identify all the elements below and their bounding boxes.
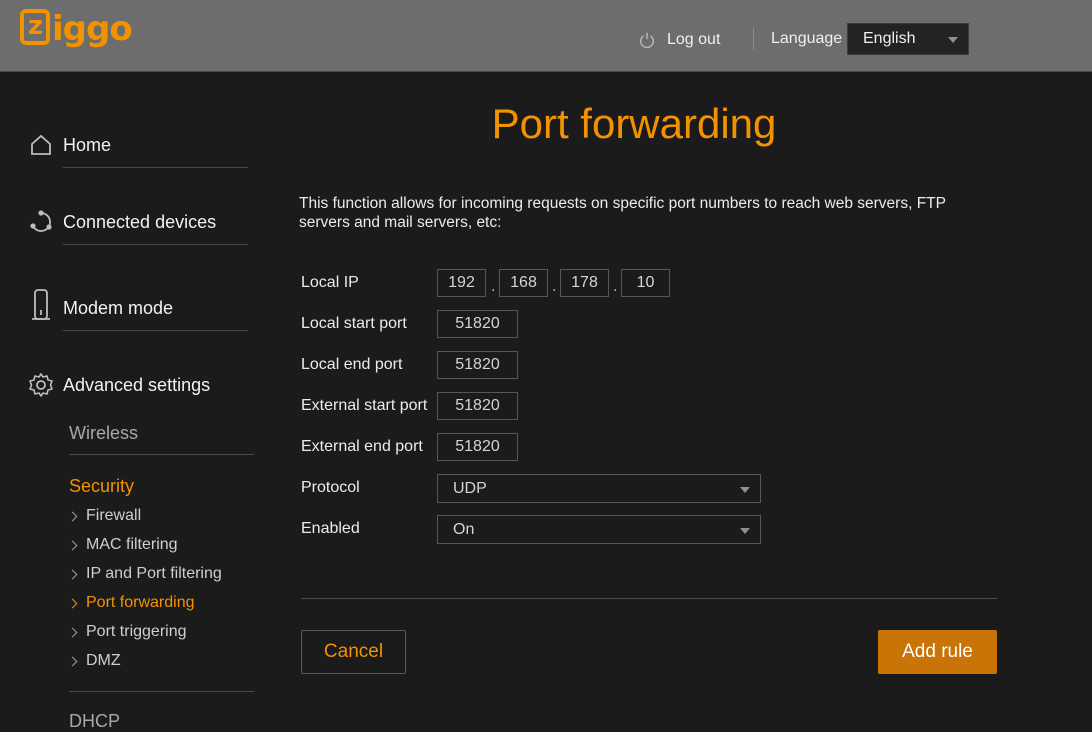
protocol-select[interactable]: UDP — [437, 474, 761, 503]
sidebar-item-connected-devices[interactable]: Connected devices — [28, 202, 248, 242]
sidebar-item-label: Connected devices — [63, 211, 217, 232]
local-start-port-label: Local start port — [301, 315, 407, 332]
sidebar-item-advanced-settings[interactable]: Advanced settings — [28, 365, 248, 405]
enabled-select[interactable]: On — [437, 515, 761, 544]
local-ip-label: Local IP — [301, 274, 359, 291]
language-select[interactable]: English — [847, 23, 969, 55]
chevron-down-icon — [740, 487, 750, 493]
chevron-right-icon — [67, 569, 78, 579]
sidebar-item-label: IP and Port filtering — [86, 565, 222, 582]
header-bar: z iggo Log out Language English — [0, 0, 1092, 72]
sidebar-item-ip-port-filtering[interactable]: IP and Port filtering — [67, 563, 222, 585]
page-description: This function allows for incoming reques… — [299, 195, 946, 231]
external-end-port-label: External end port — [301, 438, 423, 455]
language-label: Language — [771, 30, 843, 47]
logout-label: Log out — [667, 31, 721, 48]
local-ip-octet-3[interactable]: 178 — [560, 269, 609, 297]
sidebar-divider — [63, 330, 248, 331]
logo-z-mark: z — [20, 9, 50, 45]
protocol-value: UDP — [453, 480, 487, 497]
cancel-button[interactable]: Cancel — [301, 630, 406, 674]
chevron-down-icon — [948, 37, 958, 43]
sidebar-item-label: DMZ — [86, 652, 121, 669]
ip-dot: . — [552, 278, 557, 295]
language-value: English — [863, 30, 916, 47]
sidebar-item-port-triggering[interactable]: Port triggering — [67, 621, 187, 643]
ip-dot: . — [491, 278, 496, 295]
sidebar-item-home[interactable]: Home — [28, 125, 248, 165]
logout-button[interactable]: Log out — [638, 28, 720, 52]
chevron-right-icon — [67, 598, 78, 608]
sidebar-divider — [69, 454, 254, 455]
sidebar-item-dhcp[interactable]: DHCP — [69, 711, 120, 732]
form-divider — [301, 598, 997, 599]
sidebar-divider — [69, 691, 254, 692]
sidebar-item-label: Firewall — [86, 507, 142, 524]
sidebar-item-label: Port forwarding — [86, 594, 195, 611]
page-title: Port forwarding — [491, 100, 777, 147]
sidebar-item-mac-filtering[interactable]: MAC filtering — [67, 534, 178, 556]
local-end-port-label: Local end port — [301, 356, 403, 373]
sidebar-item-dmz[interactable]: DMZ — [67, 650, 121, 672]
sidebar-item-label: Port triggering — [86, 623, 187, 640]
ziggo-logo[interactable]: z iggo — [20, 9, 133, 49]
sidebar-item-label: Modem mode — [63, 297, 174, 318]
enabled-label: Enabled — [301, 520, 360, 537]
ip-dot: . — [613, 278, 618, 295]
sidebar-divider — [63, 167, 248, 168]
gear-icon — [28, 372, 54, 398]
local-ip-octet-1[interactable]: 192 — [437, 269, 486, 297]
home-icon — [28, 132, 54, 158]
chevron-right-icon — [67, 656, 78, 666]
sidebar-item-firewall[interactable]: Firewall — [67, 505, 142, 527]
external-start-port-label: External start port — [301, 397, 428, 414]
sidebar-item-security[interactable]: Security — [69, 476, 134, 497]
external-start-port-input[interactable]: 51820 — [437, 392, 518, 420]
local-start-port-input[interactable]: 51820 — [437, 310, 518, 338]
sidebar-divider — [63, 244, 248, 245]
power-icon — [639, 32, 655, 49]
add-rule-button[interactable]: Add rule — [878, 630, 997, 674]
chevron-right-icon — [67, 627, 78, 637]
chevron-right-icon — [67, 511, 78, 521]
enabled-value: On — [453, 521, 475, 538]
local-end-port-input[interactable]: 51820 — [437, 351, 518, 379]
devices-icon — [28, 209, 54, 235]
sidebar-item-port-forwarding[interactable]: Port forwarding — [67, 592, 195, 614]
protocol-label: Protocol — [301, 479, 360, 496]
modem-icon — [28, 289, 54, 321]
local-ip-octet-4[interactable]: 10 — [621, 269, 670, 297]
logo-text: iggo — [52, 9, 133, 49]
sidebar-item-label: Home — [63, 134, 112, 155]
sidebar-item-wireless[interactable]: Wireless — [69, 423, 138, 444]
chevron-down-icon — [740, 528, 750, 534]
external-end-port-input[interactable]: 51820 — [437, 433, 518, 461]
header-separator — [753, 28, 754, 50]
sidebar-item-label: Advanced settings — [63, 374, 211, 395]
chevron-right-icon — [67, 540, 78, 550]
sidebar-item-label: MAC filtering — [86, 536, 178, 553]
local-ip-octet-2[interactable]: 168 — [499, 269, 548, 297]
sidebar-item-modem-mode[interactable]: Modem mode — [28, 288, 248, 328]
